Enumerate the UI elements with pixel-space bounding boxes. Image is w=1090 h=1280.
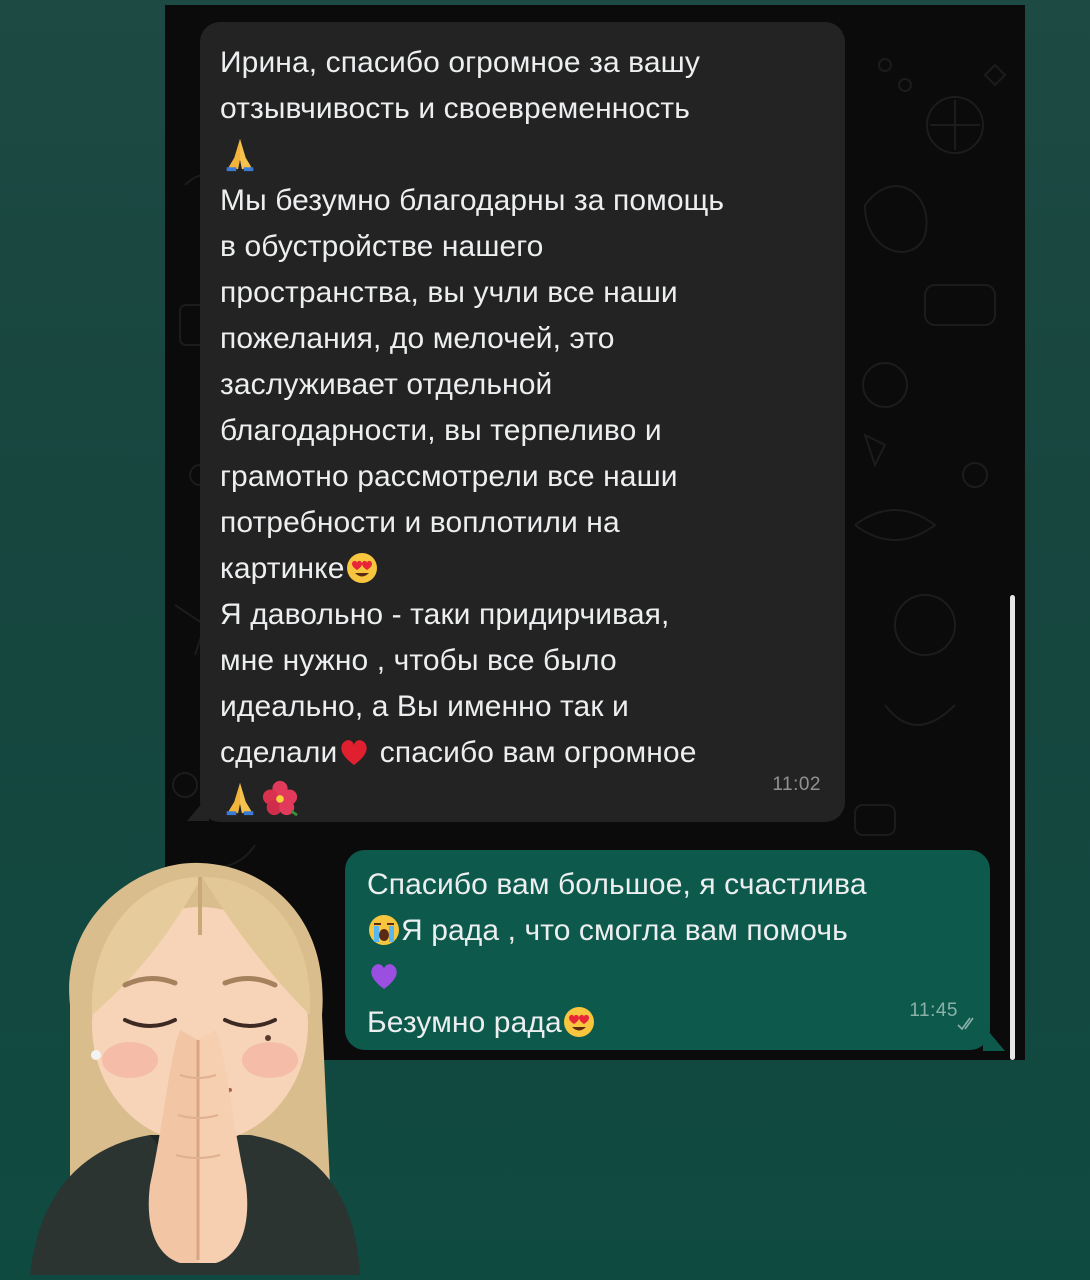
message-line: Спасибо вам большое, я счастлива: [367, 868, 867, 901]
message-line: благодарности, вы терпеливо и: [220, 414, 662, 447]
message-line: пожелания, до мелочей, это: [220, 322, 615, 355]
message-line: [367, 954, 970, 1000]
heart-eyes-emoji: [346, 553, 377, 583]
purple-heart-emoji: [371, 964, 397, 989]
red-heart-emoji: [341, 740, 368, 765]
hibiscus-emoji: [262, 780, 298, 817]
message-text: сделали: [220, 736, 338, 769]
memoji-avatar: [30, 862, 360, 1275]
message-text: Я рада , что смогла вам помочь: [401, 914, 848, 947]
message-line: Я рада , что смогла вам помочь: [367, 908, 970, 954]
message-line: [220, 776, 825, 822]
message-line: отзывчивость и своевременность: [220, 92, 690, 125]
loudly-crying-emoji: [369, 915, 399, 945]
message-line: [220, 132, 825, 178]
message-line: Безумно рада: [367, 1000, 970, 1046]
message-time: 11:45: [909, 1000, 958, 1021]
message-line: потребности и воплотили на: [220, 506, 620, 539]
message-time: 11:02: [772, 774, 821, 795]
message-line: Ирина, спасибо огромное за вашу: [220, 46, 700, 79]
folded-hands-emoji: [226, 138, 254, 172]
message-text: картинке: [220, 552, 345, 585]
message-line: в обустройстве нашего: [220, 230, 544, 263]
heart-eyes-emoji: [563, 1007, 594, 1037]
message-line: идеально, а Вы именно так и: [220, 690, 629, 723]
message-line: Мы безумно благодарны за помощь: [220, 184, 725, 217]
message-line: грамотно рассмотрели все наши: [220, 460, 678, 493]
message-line: картинке: [220, 546, 825, 592]
folded-hands-emoji: [226, 782, 254, 816]
message-line: заслуживает отдельной: [220, 368, 553, 401]
double-check-icon: [957, 1017, 974, 1031]
scrollbar[interactable]: [1010, 595, 1015, 1060]
incoming-message-bubble[interactable]: Ирина, спасибо огромное за вашу отзывчив…: [200, 22, 845, 822]
outgoing-message-bubble[interactable]: Спасибо вам большое, я счастлива Я рада …: [345, 850, 990, 1050]
message-text: спасибо вам огромное: [371, 736, 697, 769]
message-line: пространства, вы учли все наши: [220, 276, 678, 309]
message-line: Я давольно - таки придирчивая,: [220, 598, 670, 631]
message-text: Безумно рада: [367, 1006, 562, 1039]
message-line: мне нужно , чтобы все было: [220, 644, 617, 677]
message-line: сделали спасибо вам огромное: [220, 730, 825, 776]
